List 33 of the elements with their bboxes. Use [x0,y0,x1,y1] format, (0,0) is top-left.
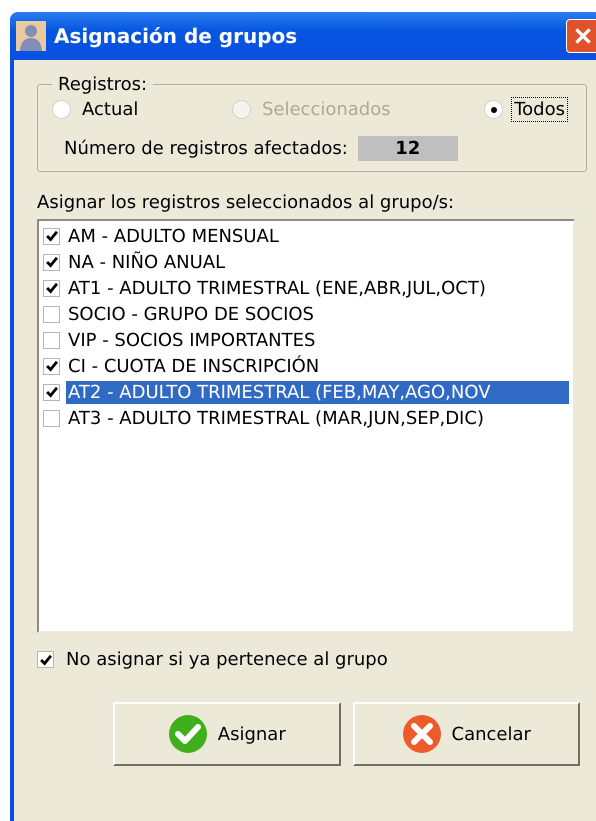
checkbox-label[interactable]: No asignar si ya pertenece al grupo [66,649,388,670]
checkbox[interactable] [43,358,60,374]
group-item[interactable]: CI - CUOTA DE INSCRIPCIÓN [66,354,569,378]
assign-button[interactable]: Asignar [113,702,340,766]
checkbox[interactable] [43,332,60,348]
check-icon [168,714,208,754]
group-item[interactable]: SOCIO - GRUPO DE SOCIOS [66,302,569,326]
radio-button[interactable] [484,100,504,119]
close-button[interactable] [566,19,596,53]
checkbox[interactable] [43,384,60,400]
group-item[interactable]: AT2 - ADULTO TRIMESTRAL (FEB,MAY,AGO,NOV [66,380,569,404]
group-item[interactable]: AT1 - ADULTO TRIMESTRAL (ENE,ABR,JUL,OCT) [66,276,569,300]
group-item[interactable]: NA - NIÑO ANUAL [66,250,569,274]
radio-label[interactable]: Todos [511,97,568,122]
groups-label: Asignar los registros seleccionados al grupo/s: [37,192,456,213]
checkbox[interactable] [43,254,60,270]
window-title: Asignación de grupos [54,24,298,48]
radio-label[interactable]: Actual [79,97,142,122]
user-icon [16,21,46,51]
cancel-icon [402,714,442,754]
radio-button[interactable] [52,100,71,119]
count-field: 12 [358,136,458,161]
checkbox[interactable] [43,306,60,322]
groupbox-legend: Registros: [52,74,154,95]
cancel-button[interactable]: Cancelar [352,702,580,766]
group-item[interactable]: AT3 - ADULTO TRIMESTRAL (MAR,JUN,SEP,DIC) [66,406,569,430]
group-item[interactable]: AM - ADULTO MENSUAL [66,224,569,248]
count-label: Número de registros afectados: [64,138,348,159]
group-item[interactable]: VIP - SOCIOS IMPORTANTES [66,328,569,352]
checkbox[interactable] [43,228,60,244]
checkbox[interactable] [43,280,60,296]
checkbox[interactable] [37,651,54,668]
checkbox[interactable] [43,410,60,426]
